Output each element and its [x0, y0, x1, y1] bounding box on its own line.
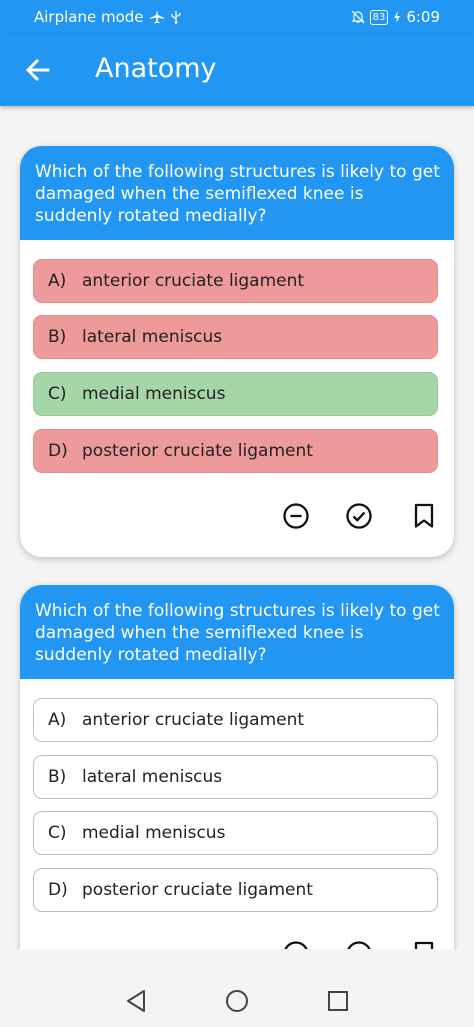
option-a[interactable]: A) anterior cruciate ligament: [33, 698, 438, 742]
system-nav-bar: [0, 949, 474, 1027]
minus-circle-icon[interactable]: [283, 503, 309, 529]
check-circle-icon[interactable]: [346, 503, 372, 529]
usb-icon: [170, 11, 181, 24]
option-text: posterior cruciate ligament: [82, 441, 313, 461]
status-left: Airplane mode: [34, 8, 182, 26]
option-letter: D): [48, 880, 68, 900]
option-letter: B): [48, 327, 67, 347]
option-c[interactable]: C) medial meniscus: [33, 811, 438, 855]
option-text: lateral meniscus: [82, 327, 223, 347]
option-letter: A): [48, 710, 67, 730]
option-letter: B): [48, 767, 67, 787]
question-card: Which of the following structures is lik…: [20, 585, 454, 949]
home-circle-icon[interactable]: [225, 989, 249, 1013]
check-circle-icon[interactable]: [346, 941, 372, 949]
option-a[interactable]: A) anterior cruciate ligament: [33, 259, 438, 303]
app-bar: Anatomy: [0, 34, 474, 106]
battery-level: 83: [369, 9, 389, 25]
airplane-icon: [149, 10, 164, 24]
option-text: lateral meniscus: [82, 767, 223, 787]
option-letter: C): [48, 823, 67, 843]
bookmark-icon[interactable]: [414, 941, 434, 949]
back-triangle-icon[interactable]: [125, 989, 147, 1013]
option-letter: A): [48, 271, 67, 291]
option-text: posterior cruciate ligament: [82, 880, 313, 900]
option-d[interactable]: D) posterior cruciate ligament: [33, 868, 438, 912]
option-b[interactable]: B) lateral meniscus: [33, 755, 438, 799]
option-text: medial meniscus: [82, 384, 226, 404]
bookmark-icon[interactable]: [414, 503, 434, 529]
page-title: Anatomy: [95, 53, 217, 84]
back-arrow-icon[interactable]: [24, 56, 52, 84]
status-bar: Airplane mode 83 6:09: [0, 0, 474, 34]
option-letter: C): [48, 384, 67, 404]
option-b[interactable]: B) lateral meniscus: [33, 315, 438, 359]
option-d[interactable]: D) posterior cruciate ligament: [33, 429, 438, 473]
question-list[interactable]: Which of the following structures is lik…: [0, 106, 474, 949]
option-c[interactable]: C) medial meniscus: [33, 372, 438, 416]
minus-circle-icon[interactable]: [283, 941, 309, 949]
question-card: Which of the following structures is lik…: [20, 146, 454, 557]
bell-off-icon: [351, 10, 365, 24]
option-text: anterior cruciate ligament: [82, 271, 305, 291]
charging-icon: [394, 11, 401, 23]
airplane-mode-label: Airplane mode: [34, 8, 144, 26]
clock: 6:09: [406, 8, 440, 26]
question-text: Which of the following structures is lik…: [20, 146, 454, 240]
option-text: anterior cruciate ligament: [82, 710, 305, 730]
recents-square-icon[interactable]: [327, 990, 349, 1012]
option-text: medial meniscus: [82, 823, 226, 843]
option-letter: D): [48, 441, 68, 461]
question-text: Which of the following structures is lik…: [20, 585, 454, 679]
status-right: 83 6:09: [351, 8, 440, 26]
